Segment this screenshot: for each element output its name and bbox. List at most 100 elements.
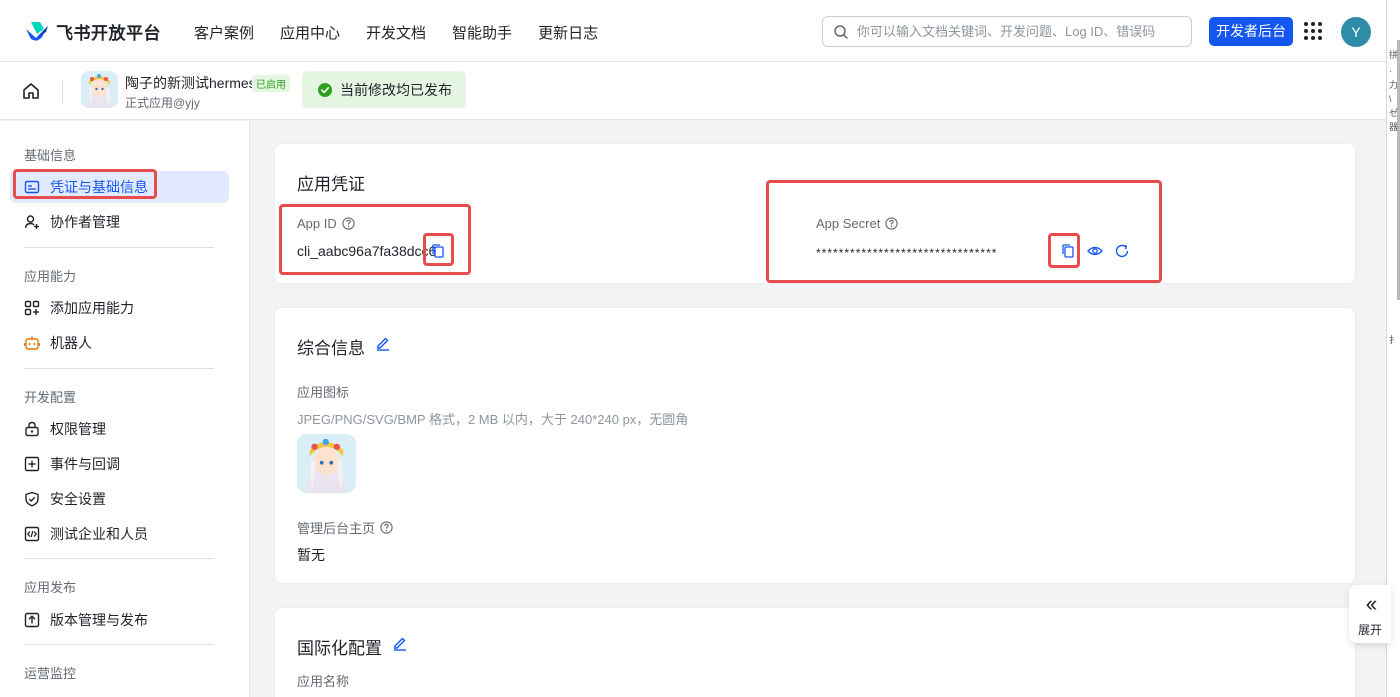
admin-home-value: 暂无 xyxy=(297,547,325,563)
admin-home-label-row: 管理后台主页 xyxy=(297,518,393,537)
nav-dev-docs[interactable]: 开发文档 xyxy=(366,22,426,43)
refresh-icon[interactable] xyxy=(1114,243,1130,259)
app-id-label-row: App ID xyxy=(297,216,355,231)
app-status-badge: 已启用 xyxy=(252,75,290,92)
top-navbar: 飞书开放平台 客户案例 应用中心 开发文档 智能助手 更新日志 开发者后台 Y xyxy=(0,0,1386,62)
shield-icon xyxy=(25,491,39,507)
home-icon[interactable] xyxy=(22,82,40,100)
app-owner: 正式应用@yjy xyxy=(125,96,200,110)
app-header-bar: 陶子的新测试hermes 已启用 正式应用@yjy 当前修改均已发布 xyxy=(0,62,1386,120)
user-add-icon xyxy=(24,215,39,229)
search-box[interactable] xyxy=(822,16,1192,47)
sidebar-item-label: 安全设置 xyxy=(50,491,106,507)
sidebar-item-credentials[interactable]: 凭证与基础信息 xyxy=(10,171,229,203)
edit-icon[interactable] xyxy=(375,335,391,351)
sidebar-divider xyxy=(24,247,214,248)
help-icon[interactable] xyxy=(342,217,355,230)
developer-console-button[interactable]: 开发者后台 xyxy=(1209,17,1293,46)
sidebar-item-label: 协作者管理 xyxy=(50,214,120,230)
upload-box-icon xyxy=(24,612,40,628)
app-secret-label: App Secret xyxy=(816,216,881,231)
publish-status-banner: 当前修改均已发布 xyxy=(302,71,466,108)
sidebar-group-ops: 运营监控 xyxy=(24,666,77,681)
eye-icon[interactable] xyxy=(1087,243,1103,259)
sidebar-divider xyxy=(24,644,214,645)
app-secret-value: ******************************** xyxy=(816,246,998,260)
brand-logo[interactable]: 飞书开放平台 xyxy=(24,19,161,44)
sidebar-group-basic: 基础信息 xyxy=(24,148,77,163)
credentials-title: 应用凭证 xyxy=(297,175,365,194)
check-circle-icon xyxy=(318,82,332,97)
sidebar-item-versions[interactable]: 版本管理与发布 xyxy=(10,604,229,636)
sidebar-item-security[interactable]: 安全设置 xyxy=(10,483,229,515)
sidebar-item-label: 权限管理 xyxy=(50,421,106,437)
sidebar-item-collaborators[interactable]: 协作者管理 xyxy=(10,206,229,238)
app-character-icon xyxy=(81,71,118,108)
sidebar-item-test-org[interactable]: 测试企业和人员 xyxy=(10,518,229,550)
sidebar-item-label: 添加应用能力 xyxy=(50,300,134,316)
divider xyxy=(62,80,63,104)
main-nav: 客户案例 应用中心 开发文档 智能助手 更新日志 xyxy=(194,22,624,43)
id-card-icon xyxy=(24,180,40,194)
nav-smart-assistant[interactable]: 智能助手 xyxy=(452,22,512,43)
app-id-value: cli_aabc96a7fa38dcc6 xyxy=(297,243,437,259)
search-icon xyxy=(834,24,848,39)
sidebar-item-label: 凭证与基础信息 xyxy=(50,179,148,195)
sidebar-group-capability: 应用能力 xyxy=(24,269,77,284)
search-input[interactable] xyxy=(857,24,1177,39)
edge-glyph: 力 xyxy=(1389,80,1399,90)
apps-add-icon xyxy=(24,300,40,316)
lock-icon xyxy=(25,421,39,437)
general-info-card: 综合信息 应用图标 JPEG/PNG/SVG/BMP 格式，2 MB 以内，大于… xyxy=(274,307,1356,584)
sidebar-item-bot[interactable]: 机器人 xyxy=(10,327,229,359)
nav-app-center[interactable]: 应用中心 xyxy=(280,22,340,43)
i18n-card: 国际化配置 应用名称 xyxy=(274,607,1356,697)
admin-home-label: 管理后台主页 xyxy=(297,521,376,536)
sidebar-item-add-capability[interactable]: 添加应用能力 xyxy=(10,292,229,324)
feishu-logo-icon xyxy=(26,21,48,41)
sidebar-divider xyxy=(24,368,214,369)
credentials-card: 应用凭证 App ID cli_aabc96a7fa38dcc6 App Sec… xyxy=(274,143,1356,284)
app-name: 陶子的新测试hermes xyxy=(125,75,256,91)
edge-glyph: 拼 xyxy=(1389,50,1399,60)
nav-customer-cases[interactable]: 客户案例 xyxy=(194,22,254,43)
sidebar-item-label: 版本管理与发布 xyxy=(50,612,148,628)
brand-name: 飞书开放平台 xyxy=(56,24,161,43)
code-box-icon xyxy=(24,526,40,542)
edge-glyph: 扌 xyxy=(1389,335,1399,345)
sidebar-group-release: 应用发布 xyxy=(24,580,77,595)
apps-grid-icon[interactable] xyxy=(1304,22,1322,40)
app-id-label: App ID xyxy=(297,216,337,231)
expand-panel-button[interactable]: ‹‹ 展开 xyxy=(1349,585,1391,643)
sidebar-group-dev-config: 开发配置 xyxy=(24,390,77,405)
double-chevron-left-icon: ‹‹ xyxy=(1365,591,1378,616)
sidebar-item-label: 机器人 xyxy=(50,335,92,351)
sidebar-item-events[interactable]: 事件与回调 xyxy=(10,448,229,480)
i18n-app-name-label: 应用名称 xyxy=(297,674,350,689)
publish-status-text: 当前修改均已发布 xyxy=(340,81,452,98)
sidebar-divider xyxy=(24,558,214,559)
edit-icon[interactable] xyxy=(392,635,408,651)
app-icon-hint: JPEG/PNG/SVG/BMP 格式，2 MB 以内，大于 240*240 p… xyxy=(297,412,689,427)
app-icon-small xyxy=(81,71,118,108)
app-secret-label-row: App Secret xyxy=(816,216,898,231)
help-icon[interactable] xyxy=(885,217,898,230)
copy-icon[interactable] xyxy=(1060,243,1076,259)
edge-glyph: · xyxy=(1389,66,1392,76)
sidebar-item-permissions[interactable]: 权限管理 xyxy=(10,413,229,445)
edge-glyph: \ xyxy=(1389,94,1392,104)
robot-icon xyxy=(24,336,40,350)
app-icon-large[interactable] xyxy=(297,434,356,493)
app-icon-label: 应用图标 xyxy=(297,385,350,400)
nav-changelog[interactable]: 更新日志 xyxy=(538,22,598,43)
sidebar-item-label: 测试企业和人员 xyxy=(50,526,148,542)
help-icon[interactable] xyxy=(380,521,393,534)
sidebar: 基础信息 凭证与基础信息 协作者管理 应用能力 添加应用能力 机器人 开发配置 … xyxy=(0,121,250,697)
app-character-icon xyxy=(297,434,356,493)
expand-label: 展开 xyxy=(1357,623,1382,637)
edge-glyph: 器 xyxy=(1389,122,1399,132)
copy-icon[interactable] xyxy=(430,243,446,259)
user-avatar[interactable]: Y xyxy=(1341,17,1371,47)
event-plus-icon xyxy=(24,456,40,472)
i18n-title: 国际化配置 xyxy=(297,639,382,658)
